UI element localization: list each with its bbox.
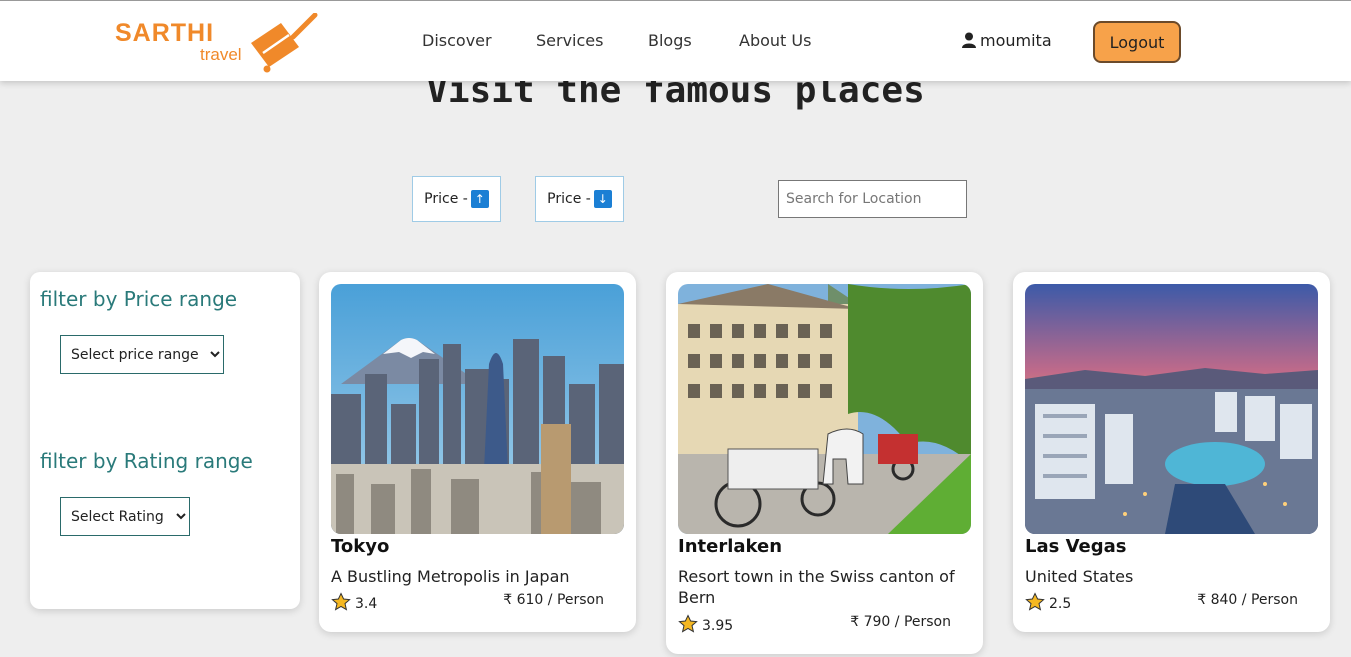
- logout-button[interactable]: Logout: [1093, 21, 1181, 63]
- place-image-interlaken[interactable]: [678, 284, 971, 534]
- place-description: United States: [1025, 567, 1134, 586]
- place-meta: 3.4 ₹ 610 / Person: [331, 592, 604, 614]
- price-filter-title: filter by Price range: [40, 287, 238, 311]
- place-rating: 3.4: [331, 592, 377, 612]
- place-name: Tokyo: [331, 536, 390, 557]
- place-price: ₹ 790 / Person: [850, 614, 951, 630]
- place-description: Resort town in the Swiss canton of Bern: [678, 567, 955, 607]
- place-price: ₹ 610 / Person: [503, 592, 604, 608]
- rating-filter-title: filter by Rating range: [40, 449, 253, 473]
- place-card-tokyo[interactable]: Tokyo A Bustling Metropolis in Japan 3.4…: [319, 272, 636, 632]
- place-rating: 3.95: [678, 614, 733, 634]
- place-image-tokyo[interactable]: [331, 284, 624, 534]
- search-location-input[interactable]: [778, 180, 967, 218]
- rating-select[interactable]: Select Rating: [60, 497, 190, 536]
- brand-tagline: travel: [200, 45, 242, 64]
- user-profile[interactable]: moumita: [962, 31, 1052, 50]
- rating-value: 3.4: [355, 596, 378, 612]
- username: moumita: [980, 31, 1052, 50]
- interlaken-image: [678, 284, 971, 534]
- las-vegas-image: [1025, 284, 1318, 534]
- nav-services[interactable]: Services: [536, 31, 603, 50]
- star-icon: [1025, 592, 1045, 611]
- place-price: ₹ 840 / Person: [1197, 592, 1298, 608]
- star-icon: [678, 614, 698, 633]
- place-rating: 2.5: [1025, 592, 1071, 612]
- rating-value: 2.5: [1049, 596, 1072, 612]
- suitcase-icon: [251, 13, 318, 73]
- place-meta: 3.95 ₹ 790 / Person: [678, 614, 951, 636]
- brand-logo[interactable]: SARTHI travel: [115, 13, 325, 73]
- place-description: A Bustling Metropolis in Japan: [331, 567, 570, 586]
- navbar: SARTHI travel Discover Services Blogs Ab…: [0, 0, 1351, 81]
- nav-discover[interactable]: Discover: [422, 31, 492, 50]
- place-name: Las Vegas: [1025, 536, 1127, 557]
- tokyo-skyline-image: [331, 284, 624, 534]
- user-icon: [962, 32, 976, 48]
- sort-price-ascending-button[interactable]: Price - ↑: [412, 176, 501, 222]
- sort-desc-label: Price -: [547, 191, 591, 207]
- brand-name: SARTHI: [115, 19, 215, 47]
- arrow-down-icon: ↓: [593, 190, 612, 208]
- sort-price-descending-button[interactable]: Price - ↓: [535, 176, 624, 222]
- place-card-interlaken[interactable]: Interlaken Resort town in the Swiss cant…: [666, 272, 983, 654]
- place-image-las-vegas[interactable]: [1025, 284, 1318, 534]
- star-icon: [331, 592, 351, 611]
- rating-value: 3.95: [702, 618, 734, 634]
- sort-asc-label: Price -: [424, 191, 468, 207]
- nav-blogs[interactable]: Blogs: [648, 31, 692, 50]
- filter-panel: filter by Price range Select price range…: [30, 272, 300, 609]
- place-card-las-vegas[interactable]: Las Vegas United States 2.5 ₹ 840 / Pers…: [1013, 272, 1330, 632]
- price-range-select[interactable]: Select price range: [60, 335, 224, 374]
- nav-about-us[interactable]: About Us: [739, 31, 811, 50]
- place-meta: 2.5 ₹ 840 / Person: [1025, 592, 1298, 614]
- arrow-up-icon: ↑: [470, 190, 489, 208]
- place-name: Interlaken: [678, 536, 783, 557]
